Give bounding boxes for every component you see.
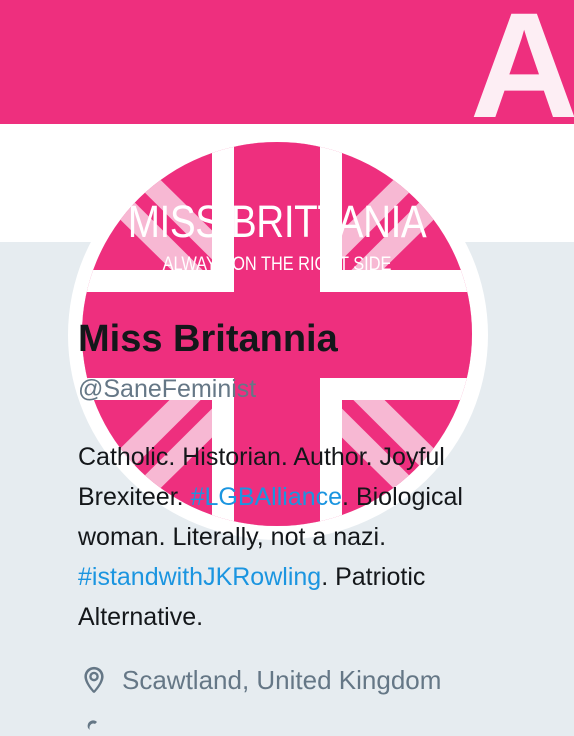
avatar-text-block: MISS BRITTANIA ALWAYS ON THE RIGHT SIDE (82, 196, 472, 276)
display-name: Miss Britannia (78, 318, 338, 360)
avatar-title: MISS BRITTANIA (127, 196, 427, 247)
profile-location: Scawtland, United Kingdom (78, 662, 441, 698)
hashtag-link[interactable]: #LGBAlliance (191, 483, 342, 511)
avatar-subtitle: ALWAYS ON THE RIGHT SIDE (162, 254, 392, 275)
link-icon (87, 720, 97, 730)
location-pin-icon (84, 666, 104, 693)
location-text: Scawtland, United Kingdom (122, 664, 442, 695)
user-handle[interactable]: @SaneFeminist (78, 375, 256, 404)
profile-bio: Catholic. Historian. Author. Joyful Brex… (78, 437, 548, 637)
banner-letters: AL (470, 0, 574, 124)
profile-banner[interactable]: AL (0, 0, 574, 124)
hashtag-link[interactable]: #istandwithJKRowling (78, 563, 321, 591)
